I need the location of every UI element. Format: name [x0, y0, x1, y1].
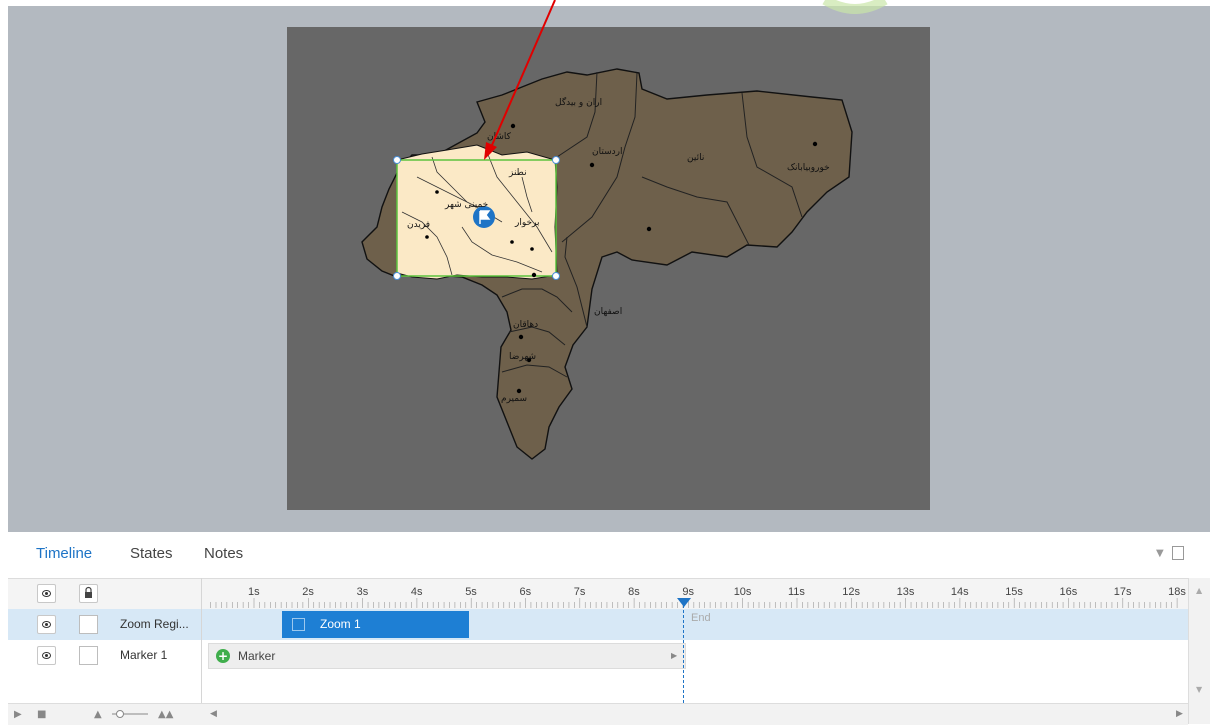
map-label: نائین [687, 153, 704, 163]
ruler-tick-label: 13s [896, 586, 915, 598]
restore-window-icon[interactable] [1172, 546, 1184, 560]
map-label: برخوار [514, 218, 540, 228]
show-all-eye-icon[interactable] [37, 584, 56, 603]
scroll-right-icon[interactable]: ▶ [1176, 709, 1183, 719]
map-label: فریدن [407, 220, 430, 230]
marker-clip[interactable]: + Marker ▶ [208, 643, 686, 669]
ruler-tick-label: 17s [1113, 586, 1132, 598]
marker-clip-label: Marker [238, 649, 276, 663]
map-label: اردستان [592, 147, 622, 157]
chevron-down-icon[interactable]: ▼ [1156, 548, 1164, 559]
zoom-out-icon[interactable]: ▲ [94, 709, 102, 720]
ruler-tick-label: 11s [788, 586, 805, 598]
decor-leaf [822, 0, 888, 14]
tab-states[interactable]: States [130, 545, 173, 562]
play-icon[interactable]: ▶ [14, 709, 22, 720]
zoom-clip[interactable]: Zoom 1 [282, 611, 469, 638]
play-triangle-icon: ▶ [671, 651, 678, 660]
lock-checkbox[interactable] [79, 646, 98, 665]
province-map: اران و بیدگل اردستان نائین خوروبیابانک ا… [361, 68, 853, 460]
scroll-left-icon[interactable]: ◀ [210, 709, 217, 719]
track-name: Zoom Regi... [120, 617, 189, 631]
ruler-tick-label: 7s [573, 586, 586, 598]
map-label: سمیرم [501, 394, 527, 404]
map-label: نطنز [508, 168, 527, 178]
ruler-ticks [210, 598, 1178, 608]
ruler-tick-label: 18s [1168, 586, 1186, 598]
eye-icon[interactable] [37, 615, 56, 634]
zoom-in-icon[interactable]: ▲▲ [158, 709, 173, 720]
map-label: شهرضا [509, 352, 536, 362]
ruler-tick-label: 14s [950, 586, 969, 598]
ruler-tick-label: 15s [1005, 586, 1023, 598]
track-name: Marker 1 [120, 648, 168, 662]
zoom-clip-label: Zoom 1 [320, 617, 361, 631]
vertical-scrollbar[interactable]: ▲ ▼ [1188, 578, 1210, 724]
end-marker-label: End [691, 612, 711, 624]
ruler-tick-label: 5s [465, 586, 477, 598]
timeline-controls-bar [8, 703, 1188, 725]
slide-canvas[interactable]: اران و بیدگل اردستان نائین خوروبیابانک ا… [287, 27, 930, 510]
tab-notes[interactable]: Notes [204, 545, 243, 562]
map-label: کاشان [487, 132, 512, 142]
map-label: اران و بیدگل [555, 96, 602, 108]
ruler-tick-label: 8s [628, 586, 640, 598]
ruler-tick-label: 12s [842, 586, 861, 598]
eye-icon[interactable] [37, 646, 56, 665]
zoom-region-icon [292, 618, 305, 631]
lock-checkbox[interactable] [79, 615, 98, 634]
map-label: خمینی شهر [444, 200, 488, 210]
map-label: خوروبیابانک [787, 163, 830, 173]
playhead-handle[interactable] [677, 598, 691, 607]
lock-all-icon[interactable] [79, 584, 98, 603]
track-row-empty [8, 671, 1188, 703]
scroll-up-icon[interactable]: ▲ [1196, 586, 1202, 595]
ruler-tick-label: 10s [733, 586, 752, 598]
map-label: دهاقان [513, 320, 538, 330]
stop-icon[interactable]: ■ [37, 709, 46, 720]
scroll-down-icon[interactable]: ▼ [1196, 685, 1202, 694]
ruler-tick-label: 4s [410, 586, 423, 598]
plus-circle-icon: + [216, 649, 230, 663]
zoom-region-box[interactable] [393, 144, 560, 280]
track-header-divider [201, 578, 202, 703]
ruler-tick-label: 3s [356, 586, 369, 598]
map-label: اصفهان [594, 307, 622, 317]
ruler-tick-label: 1s [248, 586, 260, 598]
zoom-slider[interactable] [110, 709, 150, 719]
tab-timeline[interactable]: Timeline [36, 545, 92, 562]
ruler-tick-label: 6s [519, 586, 532, 598]
ruler-tick-label: 9s [682, 586, 695, 598]
ruler-tick-label: 16s [1059, 586, 1078, 598]
playhead-line[interactable] [683, 605, 684, 703]
ruler-tick-label: 2s [302, 586, 314, 598]
